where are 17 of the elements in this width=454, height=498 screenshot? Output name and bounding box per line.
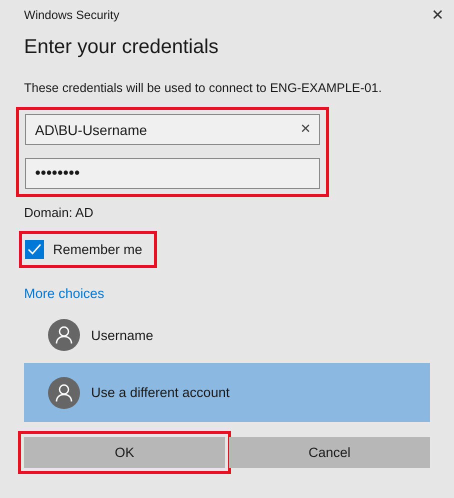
close-button[interactable]: ✕ [427,6,448,24]
ok-button[interactable]: OK [24,437,225,468]
user-icon [48,319,80,351]
account-option[interactable]: Username [24,311,430,359]
description-text: These credentials will be used to connect to ENG-EXAMPLE-01. [24,80,383,96]
domain-label: Domain: AD [24,205,94,221]
dialog-heading: Enter your credentials [24,35,220,60]
clear-button[interactable]: ✕ [300,122,311,137]
cancel-button[interactable]: Cancel [229,437,430,468]
password-field[interactable]: •••••••• [25,158,320,189]
checkbox[interactable] [25,240,44,259]
window-title: Windows Security [24,8,120,22]
user-icon [48,376,80,408]
username-field[interactable]: AD\BU-Username ✕ [25,114,320,145]
more-choices-link[interactable]: More choices [24,286,104,301]
checkbox-label[interactable]: Remember me [53,242,142,257]
account-option[interactable]: Use a different account [24,363,430,422]
